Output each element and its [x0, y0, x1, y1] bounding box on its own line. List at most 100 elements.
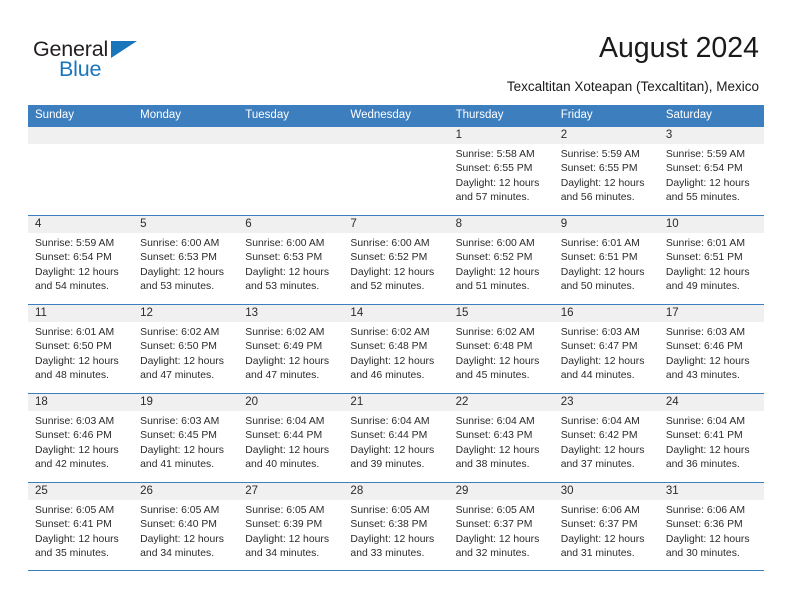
calendar-day-cell[interactable]: 28 Sunrise: 6:05 AM Sunset: 6:38 PM Dayligh… [343, 483, 449, 570]
calendar-weeks: 1 Sunrise: 5:58 AM Sunset: 6:55 PM Daylight… [28, 126, 764, 571]
day-number: 30 [553, 483, 659, 500]
daylight-text: Daylight: 12 hours and 52 minutes. [350, 266, 435, 293]
calendar-page: General Blue August 2024 Texcaltitan Xot… [0, 0, 792, 612]
calendar-day-cell[interactable]: 26 Sunrise: 6:05 AM Sunset: 6:40 PM Dayligh… [133, 483, 239, 570]
day-sun-info: Sunrise: 6:04 AM Sunset: 6:43 PM Daylight:… [449, 411, 554, 473]
sunset-text: Sunset: 6:52 PM [455, 252, 533, 264]
sunrise-text: Sunrise: 6:01 AM [665, 238, 745, 249]
calendar-day-cell[interactable]: 20 Sunrise: 6:04 AM Sunset: 6:44 PM Dayligh… [238, 394, 344, 482]
day-number: 18 [28, 394, 134, 411]
calendar-day-cell[interactable]: 14 Sunrise: 6:02 AM Sunset: 6:48 PM Dayligh… [343, 305, 449, 393]
day-sun-info: Sunrise: 6:01 AM Sunset: 6:51 PM Daylight:… [659, 233, 764, 295]
day-number: 16 [553, 305, 659, 322]
calendar-day-cell[interactable]: 18 Sunrise: 6:03 AM Sunset: 6:46 PM Dayligh… [28, 394, 134, 482]
calendar-day-cell[interactable]: 29 Sunrise: 6:05 AM Sunset: 6:37 PM Dayligh… [448, 483, 554, 570]
calendar-day-cell[interactable]: 8 Sunrise: 6:00 AM Sunset: 6:52 PM Daylight… [448, 216, 554, 304]
day-number: 21 [343, 394, 449, 411]
day-number: 28 [343, 483, 449, 500]
day-sun-info: Sunrise: 6:03 AM Sunset: 6:47 PM Daylight:… [554, 322, 659, 384]
day-number: 17 [658, 305, 764, 322]
sunrise-text: Sunrise: 5:59 AM [35, 238, 115, 249]
sunset-text: Sunset: 6:53 PM [245, 252, 323, 264]
day-number: 20 [238, 394, 344, 411]
sunset-text: Sunset: 6:48 PM [350, 341, 428, 353]
calendar-day-cell[interactable]: 21 Sunrise: 6:04 AM Sunset: 6:44 PM Dayligh… [343, 394, 449, 482]
calendar-day-cell[interactable]: 31 Sunrise: 6:06 AM Sunset: 6:36 PM Dayligh… [658, 483, 764, 570]
daylight-text: Daylight: 12 hours and 32 minutes. [455, 533, 540, 560]
daylight-text: Daylight: 12 hours and 50 minutes. [560, 266, 645, 293]
day-sun-info: Sunrise: 6:02 AM Sunset: 6:48 PM Daylight:… [449, 322, 554, 384]
day-number: 5 [133, 216, 239, 233]
calendar-day-cell[interactable]: 19 Sunrise: 6:03 AM Sunset: 6:45 PM Dayligh… [133, 394, 239, 482]
sunset-text: Sunset: 6:50 PM [140, 341, 217, 353]
day-sun-info: Sunrise: 6:05 AM Sunset: 6:39 PM Daylight:… [238, 500, 343, 562]
day-sun-info: Sunrise: 6:04 AM Sunset: 6:44 PM Daylight:… [343, 411, 448, 473]
sunrise-text: Sunrise: 6:01 AM [35, 327, 115, 338]
sunset-text: Sunset: 6:39 PM [245, 519, 323, 531]
calendar-day-cell[interactable]: 9 Sunrise: 6:01 AM Sunset: 6:51 PM Daylight… [553, 216, 659, 304]
sunrise-text: Sunrise: 6:02 AM [245, 327, 325, 338]
sunrise-text: Sunrise: 6:06 AM [560, 505, 640, 516]
calendar-day-cell[interactable]: 22 Sunrise: 6:04 AM Sunset: 6:43 PM Dayligh… [448, 394, 554, 482]
sunset-text: Sunset: 6:51 PM [665, 252, 743, 264]
calendar-day-cell[interactable]: 2 Sunrise: 5:59 AM Sunset: 6:55 PM Daylight… [553, 127, 659, 215]
calendar-day-cell[interactable]: 6 Sunrise: 6:00 AM Sunset: 6:53 PM Daylight… [238, 216, 344, 304]
page-title: August 2024 [598, 32, 759, 64]
sunset-text: Sunset: 6:51 PM [560, 252, 638, 264]
day-sun-info: Sunrise: 6:04 AM Sunset: 6:44 PM Daylight:… [238, 411, 343, 473]
daylight-text: Daylight: 12 hours and 35 minutes. [35, 533, 119, 560]
weekday-header-monday: Monday [140, 109, 182, 121]
sunrise-text: Sunrise: 6:04 AM [665, 416, 745, 427]
day-number: 9 [553, 216, 659, 233]
day-sun-info: Sunrise: 5:59 AM Sunset: 6:55 PM Daylight:… [554, 144, 659, 206]
day-sun-info: Sunrise: 6:04 AM Sunset: 6:41 PM Daylight:… [659, 411, 764, 473]
calendar-day-cell[interactable]: 16 Sunrise: 6:03 AM Sunset: 6:47 PM Dayligh… [553, 305, 659, 393]
day-number: 29 [448, 483, 554, 500]
daylight-text: Daylight: 12 hours and 31 minutes. [560, 533, 645, 560]
calendar-day-cell[interactable]: 7 Sunrise: 6:00 AM Sunset: 6:52 PM Daylight… [343, 216, 449, 304]
sunset-text: Sunset: 6:54 PM [665, 163, 743, 175]
calendar-day-cell[interactable]: 3 Sunrise: 5:59 AM Sunset: 6:54 PM Daylight… [658, 127, 764, 215]
calendar-day-cell[interactable]: 15 Sunrise: 6:02 AM Sunset: 6:48 PM Dayligh… [448, 305, 554, 393]
sunset-text: Sunset: 6:53 PM [140, 252, 217, 264]
sunrise-text: Sunrise: 5:59 AM [560, 149, 640, 160]
day-number: 13 [238, 305, 344, 322]
calendar-day-cell[interactable]: 27 Sunrise: 6:05 AM Sunset: 6:39 PM Dayligh… [238, 483, 344, 570]
calendar-day-cell[interactable]: 24 Sunrise: 6:04 AM Sunset: 6:41 PM Dayligh… [658, 394, 764, 482]
sunrise-text: Sunrise: 6:02 AM [350, 327, 430, 338]
calendar-day-cell[interactable]: 1 Sunrise: 5:58 AM Sunset: 6:55 PM Daylight… [448, 127, 554, 215]
calendar-day-cell-empty [28, 127, 134, 215]
calendar-day-cell[interactable]: 23 Sunrise: 6:04 AM Sunset: 6:42 PM Dayligh… [553, 394, 659, 482]
calendar-day-cell[interactable]: 11 Sunrise: 6:01 AM Sunset: 6:50 PM Dayligh… [28, 305, 134, 393]
daylight-text: Daylight: 12 hours and 40 minutes. [245, 444, 330, 471]
day-number: 12 [133, 305, 239, 322]
day-number: 2 [553, 127, 659, 144]
sunset-text: Sunset: 6:52 PM [350, 252, 428, 264]
sunset-text: Sunset: 6:50 PM [35, 341, 112, 353]
day-number: 8 [448, 216, 554, 233]
sunrise-text: Sunrise: 6:03 AM [560, 327, 640, 338]
calendar-day-cell[interactable]: 10 Sunrise: 6:01 AM Sunset: 6:51 PM Dayligh… [658, 216, 764, 304]
sunrise-text: Sunrise: 6:00 AM [455, 238, 535, 249]
calendar-day-cell[interactable]: 30 Sunrise: 6:06 AM Sunset: 6:37 PM Dayligh… [553, 483, 659, 570]
day-sun-info: Sunrise: 6:00 AM Sunset: 6:53 PM Daylight:… [133, 233, 238, 295]
sunrise-text: Sunrise: 6:00 AM [140, 238, 220, 249]
sunrise-text: Sunrise: 6:00 AM [245, 238, 325, 249]
calendar-day-cell[interactable]: 25 Sunrise: 6:05 AM Sunset: 6:41 PM Dayligh… [28, 483, 134, 570]
calendar-day-cell[interactable]: 13 Sunrise: 6:02 AM Sunset: 6:49 PM Dayligh… [238, 305, 344, 393]
calendar-day-cell[interactable]: 4 Sunrise: 5:59 AM Sunset: 6:54 PM Daylight… [28, 216, 134, 304]
day-sun-info: Sunrise: 6:04 AM Sunset: 6:42 PM Daylight:… [554, 411, 659, 473]
brand-logo[interactable]: General Blue [33, 38, 163, 84]
calendar-week-row: 4 Sunrise: 5:59 AM Sunset: 6:54 PM Daylight… [28, 215, 764, 304]
day-number: 25 [28, 483, 134, 500]
sunrise-text: Sunrise: 6:05 AM [455, 505, 535, 516]
calendar-day-cell[interactable]: 5 Sunrise: 6:00 AM Sunset: 6:53 PM Daylight… [133, 216, 239, 304]
calendar-day-cell[interactable]: 12 Sunrise: 6:02 AM Sunset: 6:50 PM Dayligh… [133, 305, 239, 393]
daylight-text: Daylight: 12 hours and 54 minutes. [35, 266, 119, 293]
sunrise-text: Sunrise: 6:03 AM [140, 416, 220, 427]
calendar-week-row: 11 Sunrise: 6:01 AM Sunset: 6:50 PM Dayligh… [28, 304, 764, 393]
calendar-day-cell[interactable]: 17 Sunrise: 6:03 AM Sunset: 6:46 PM Dayligh… [658, 305, 764, 393]
calendar-day-cell-empty [343, 127, 449, 215]
daylight-text: Daylight: 12 hours and 42 minutes. [35, 444, 119, 471]
sunrise-text: Sunrise: 6:01 AM [560, 238, 640, 249]
